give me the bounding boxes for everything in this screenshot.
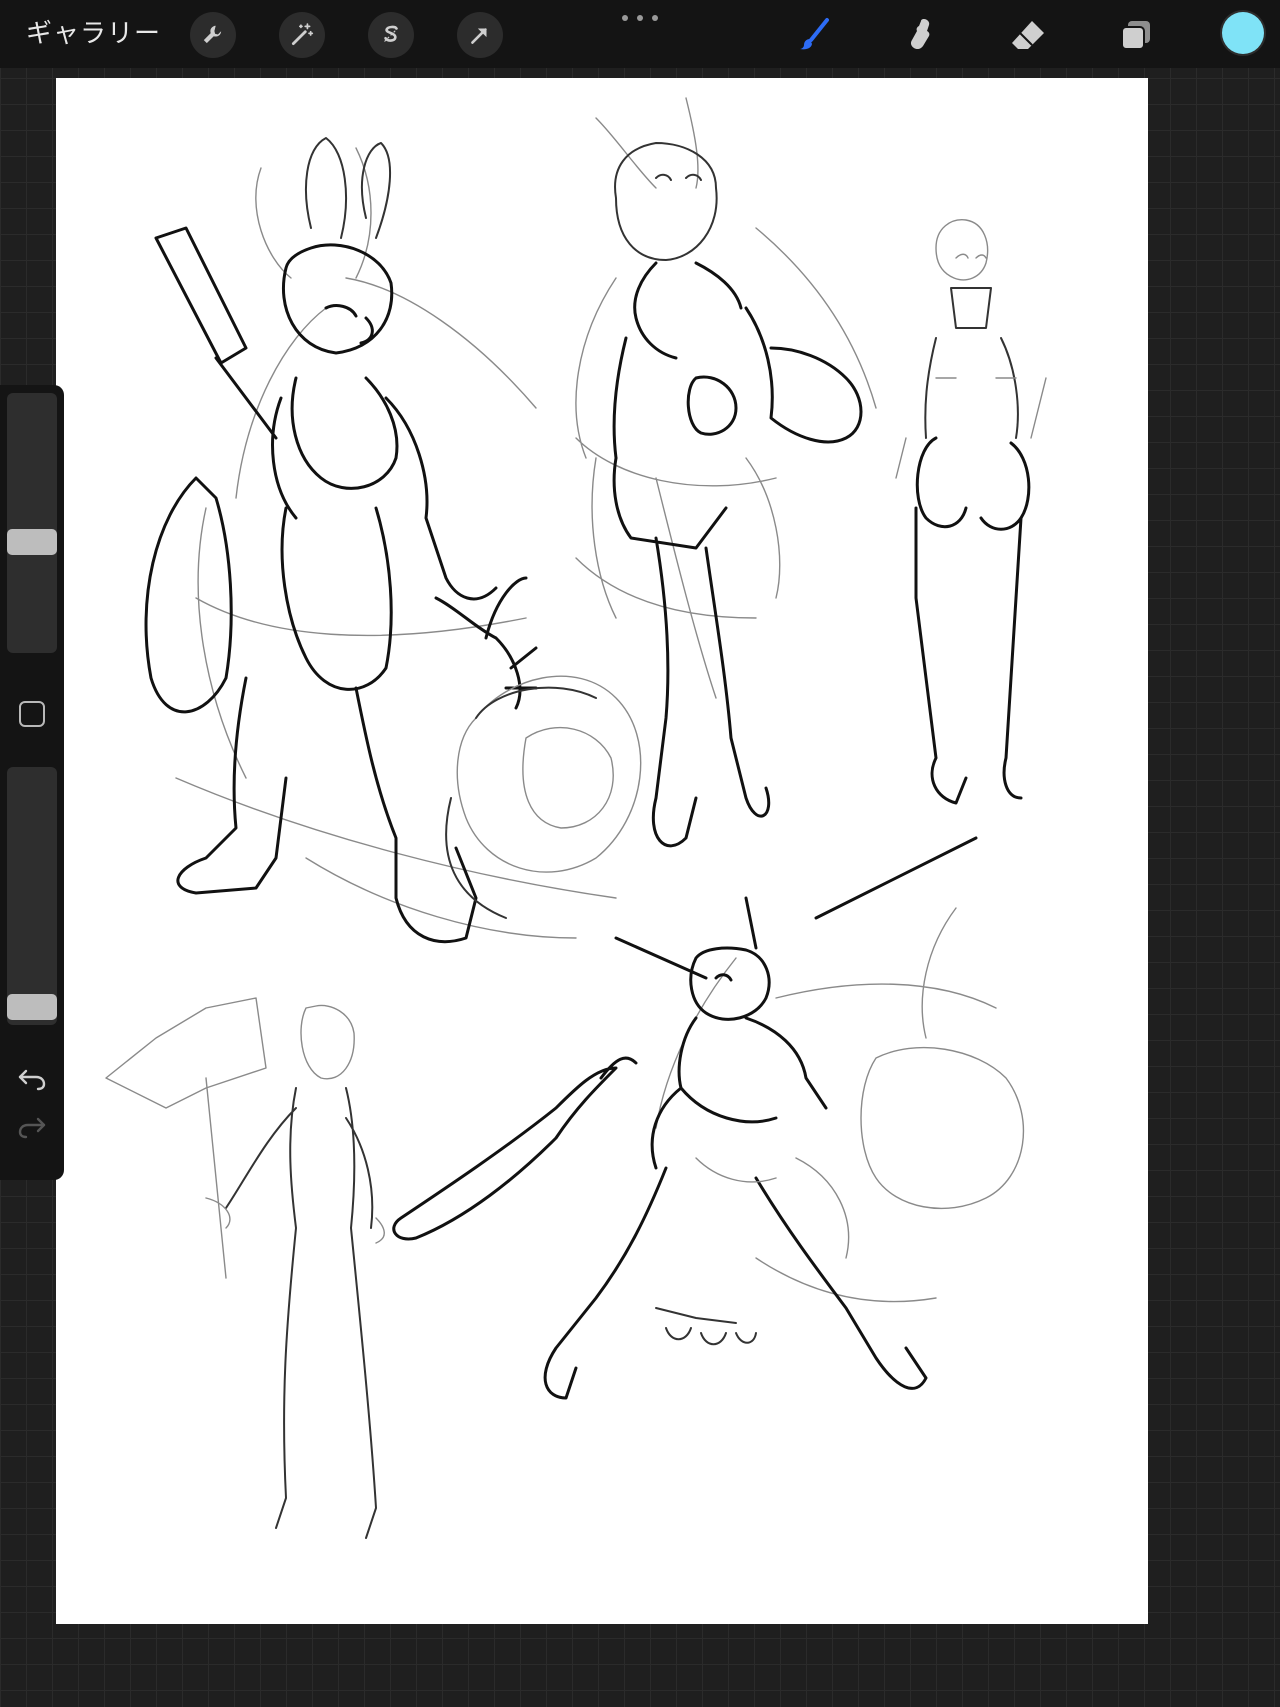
drawing-canvas[interactable] [56,78,1148,1624]
arrow-cursor-icon [471,28,487,44]
sketch-figure-2 [575,97,877,848]
eraser-tool-button[interactable] [1004,12,1052,58]
sketch-artwork [105,97,1047,1539]
sketch-figure-3 [895,219,1047,805]
brush-icon [800,18,829,50]
adjustments-button[interactable] [279,12,325,58]
transform-button[interactable] [457,12,503,58]
selection-s-icon [384,25,398,42]
smudge-icon [910,19,930,50]
undo-icon [18,1069,46,1091]
sketch-figure-4 [105,997,385,1539]
more-dots-icon[interactable] [622,6,658,30]
left-sidebar [0,385,64,1180]
brush-tool-button[interactable] [790,12,838,58]
magic-wand-icon [291,23,314,46]
actions-button[interactable] [190,12,236,58]
square-modifier-icon[interactable] [19,701,45,727]
opacity-thumb[interactable] [7,994,57,1020]
brush-size-thumb[interactable] [7,529,57,555]
opacity-slider[interactable] [7,767,57,1025]
wrench-icon [203,25,222,44]
undo-button[interactable] [14,1061,50,1097]
redo-button[interactable] [14,1109,50,1145]
brush-size-slider[interactable] [7,393,57,653]
sketch-figure-5 [392,836,1025,1400]
layers-icon [1121,21,1150,50]
color-picker-button[interactable] [1222,12,1264,54]
selection-button[interactable] [368,12,414,58]
smudge-tool-button[interactable] [896,12,944,58]
top-toolbar: ギャラリー [0,0,1280,68]
layers-tool-button[interactable] [1112,12,1160,58]
gallery-button[interactable]: ギャラリー [26,16,161,52]
sketch-figure-1 [144,137,642,944]
redo-icon [18,1117,46,1139]
eraser-icon [1012,21,1044,49]
